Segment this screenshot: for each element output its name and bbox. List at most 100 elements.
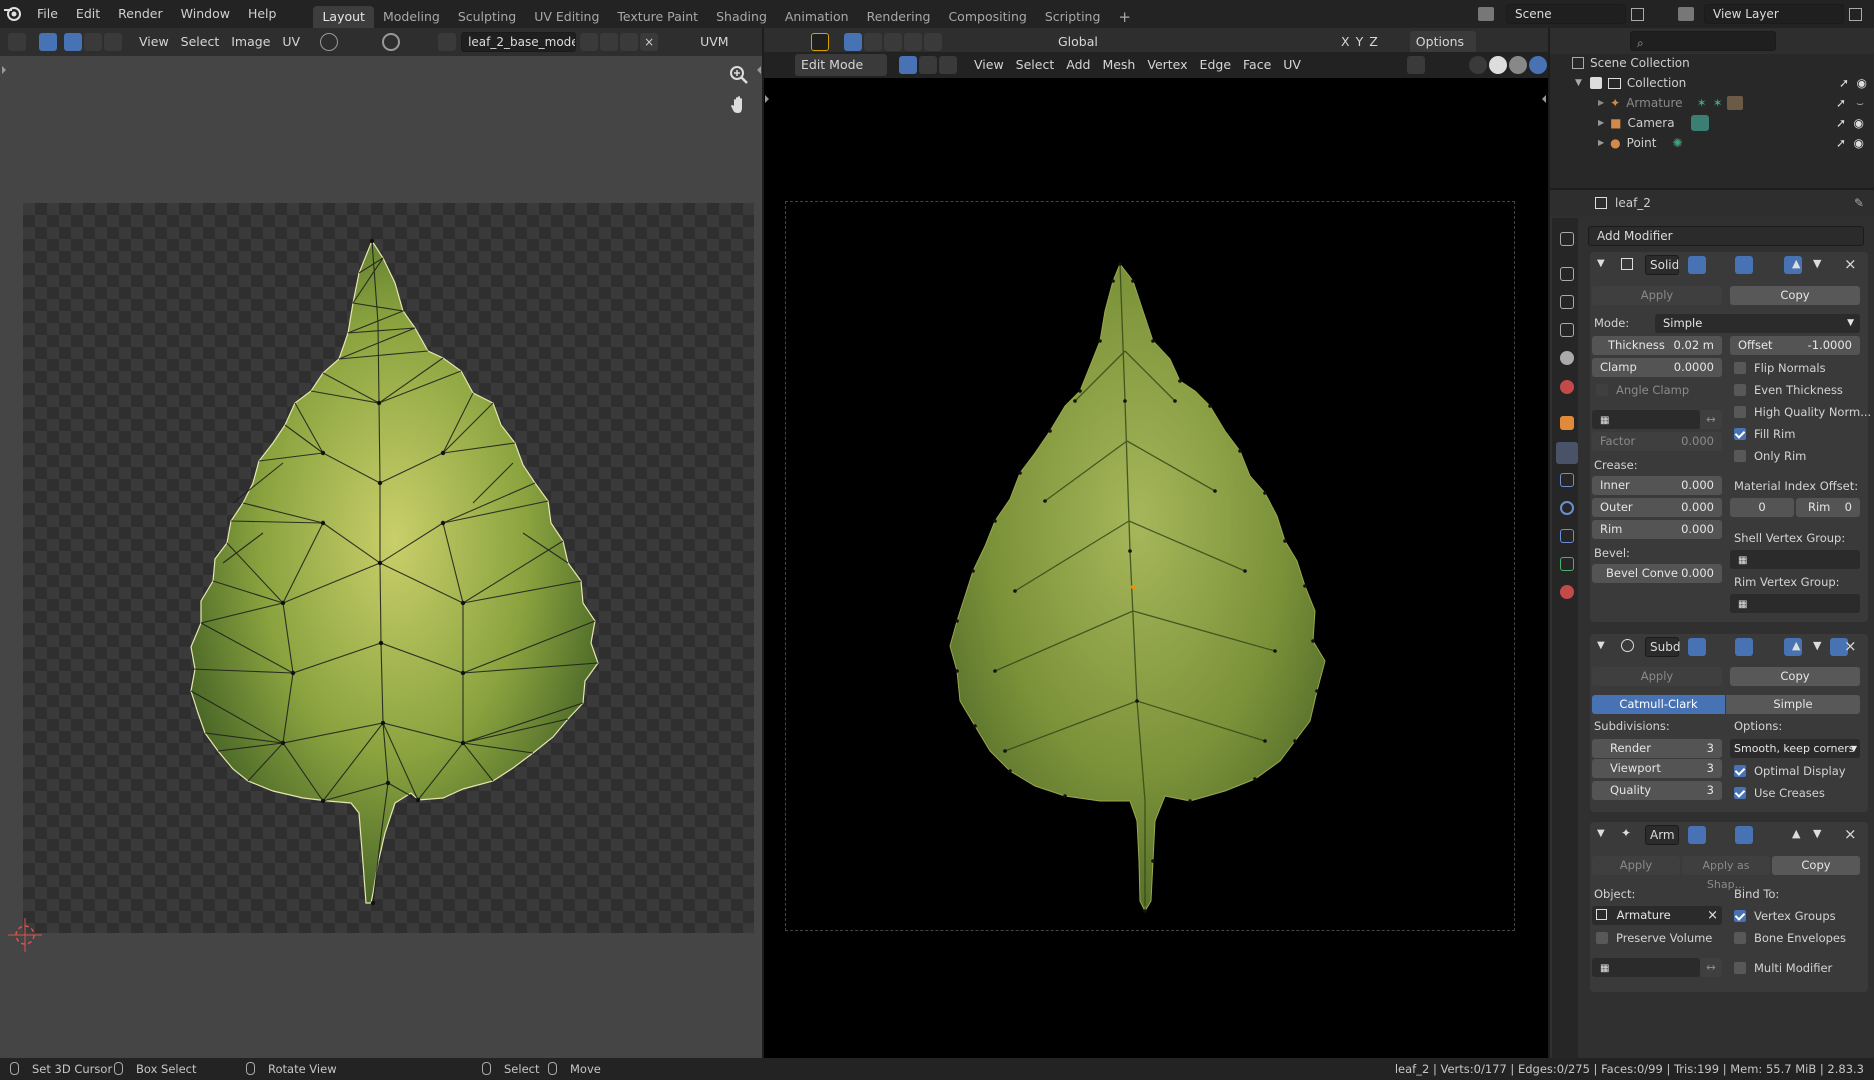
- properties-editor-type-icon[interactable]: [1560, 194, 1578, 212]
- properties-pin-icon[interactable]: ✎: [1854, 196, 1864, 210]
- vertex-select-icon[interactable]: [64, 33, 82, 51]
- solidify-name-field[interactable]: Solid: [1645, 255, 1679, 275]
- new-image-icon[interactable]: [600, 33, 619, 51]
- remove-modifier-icon[interactable]: ×: [1844, 255, 1857, 273]
- physics-tab-icon[interactable]: [1560, 501, 1574, 515]
- transform-orientation-dropdown[interactable]: Global: [1052, 31, 1110, 53]
- point-visibility-eye-icon[interactable]: ◉: [1854, 133, 1864, 153]
- armature-hidden-eye-icon[interactable]: ⌣: [1856, 93, 1864, 113]
- mat-rim-field[interactable]: Rim 0: [1796, 498, 1860, 517]
- open-image-icon[interactable]: [620, 33, 639, 51]
- preserve-volume-checkbox[interactable]: [1596, 932, 1608, 944]
- crease-outer-field[interactable]: Outer 0.000: [1592, 498, 1722, 517]
- material-tab-icon[interactable]: [1560, 585, 1574, 599]
- expand-arrow-icon[interactable]: ▼: [1575, 73, 1582, 93]
- solidify-render-toggle-icon[interactable]: [1688, 256, 1706, 274]
- tab-rendering[interactable]: Rendering: [858, 6, 940, 28]
- tool-tab-icon[interactable]: [1560, 232, 1574, 246]
- new-collection-icon[interactable]: [1829, 32, 1847, 50]
- subsurf-render-toggle-icon[interactable]: [1688, 638, 1706, 656]
- vertex-mode-icon[interactable]: [899, 56, 917, 74]
- flip-normals-checkbox[interactable]: [1734, 362, 1746, 374]
- overlays-icon[interactable]: [1406, 56, 1425, 74]
- snap-icon[interactable]: [349, 33, 367, 51]
- use-creases-checkbox[interactable]: [1734, 787, 1746, 799]
- viewport-menu-select[interactable]: Select: [1010, 54, 1061, 76]
- output-tab-icon[interactable]: [1560, 295, 1574, 309]
- only-rim-checkbox[interactable]: [1734, 450, 1746, 462]
- mat-offset-field[interactable]: 0: [1730, 498, 1794, 517]
- subsurf-viewport-toggle-icon[interactable]: [1734, 638, 1753, 656]
- viewport-snap-target-icon[interactable]: [1163, 33, 1181, 51]
- armature-object-field[interactable]: Armature ×: [1592, 906, 1722, 925]
- constraints-tab-icon[interactable]: [1560, 529, 1574, 543]
- view-layer-name-field[interactable]: View Layer: [1704, 4, 1844, 24]
- auto-merge-icon[interactable]: [1385, 33, 1403, 51]
- bone-envelopes-checkbox[interactable]: [1734, 932, 1746, 944]
- move-down-icon[interactable]: ▼: [1813, 639, 1821, 652]
- clamp-field[interactable]: Clamp 0.0000: [1592, 358, 1722, 377]
- display-mode-icon[interactable]: [1589, 32, 1607, 50]
- rim-vertex-group-field[interactable]: ▦: [1730, 594, 1860, 613]
- bevel-convex-field[interactable]: Bevel Conve 0.000: [1592, 564, 1722, 583]
- collapse-arrow-icon[interactable]: ▼: [1597, 640, 1605, 651]
- render-tab-icon[interactable]: [1560, 267, 1574, 281]
- viewport-menu-vertex[interactable]: Vertex: [1141, 54, 1193, 76]
- viewport-levels-field[interactable]: Viewport 3: [1592, 759, 1722, 778]
- viewport-proportional-icon[interactable]: [1190, 33, 1208, 51]
- image-browse-icon[interactable]: [438, 33, 457, 51]
- pivot-point-icon[interactable]: [1116, 33, 1134, 51]
- armature-copy-button[interactable]: Copy: [1772, 856, 1860, 875]
- uv-menu-view[interactable]: View: [133, 31, 175, 53]
- select-mode-invert-icon[interactable]: [904, 33, 922, 51]
- viewport-snap-icon[interactable]: [1143, 33, 1161, 51]
- high-quality-normals-checkbox[interactable]: [1734, 406, 1746, 418]
- outliner-item-armature[interactable]: ▶ ✦ Armature ✶ ✶ ➚ ⌣: [1598, 93, 1868, 113]
- camera-visibility-eye-icon[interactable]: ◉: [1854, 113, 1864, 133]
- select-mode-intersect-icon[interactable]: [924, 33, 942, 51]
- mode-dropdown[interactable]: Simple ▼: [1655, 314, 1860, 333]
- viewport-sidebar-arrow[interactable]: [1540, 95, 1546, 103]
- tab-scripting[interactable]: Scripting: [1036, 6, 1110, 28]
- collection-checkbox[interactable]: [1589, 77, 1602, 89]
- xray-icon[interactable]: [1444, 56, 1462, 74]
- vertex-group-field[interactable]: ▦: [1592, 410, 1700, 429]
- collapse-arrow-icon[interactable]: ▼: [1597, 828, 1605, 839]
- options-dropdown[interactable]: Options: [1409, 31, 1476, 53]
- select-mode-extend-icon[interactable]: [864, 33, 882, 51]
- add-modifier-dropdown[interactable]: Add Modifier: [1588, 226, 1864, 246]
- crease-rim-field[interactable]: Rim 0.000: [1592, 520, 1722, 539]
- solidify-copy-button[interactable]: Copy: [1730, 286, 1860, 305]
- edge-mode-icon[interactable]: [919, 56, 937, 74]
- menu-render[interactable]: Render: [109, 0, 172, 28]
- face-select-icon[interactable]: [104, 33, 122, 51]
- move-down-icon[interactable]: ▼: [1813, 827, 1821, 840]
- move-down-icon[interactable]: ▼: [1813, 257, 1821, 270]
- select-tool-icon[interactable]: [811, 33, 829, 51]
- armature-vertex-group-field[interactable]: ▦: [1592, 958, 1700, 977]
- pan-hand-icon[interactable]: [728, 94, 750, 116]
- uv-menu-uv[interactable]: UV: [276, 31, 306, 53]
- menu-edit[interactable]: Edit: [67, 0, 109, 28]
- uv-sync-icon[interactable]: [39, 33, 57, 51]
- menu-window[interactable]: Window: [172, 0, 239, 28]
- tab-layout[interactable]: Layout: [313, 6, 374, 28]
- tab-shading[interactable]: Shading: [707, 6, 776, 28]
- vertex-groups-checkbox[interactable]: [1734, 910, 1746, 922]
- modifier-tab-icon[interactable]: [1556, 442, 1578, 464]
- filter-icon[interactable]: [1806, 32, 1824, 50]
- blender-logo-icon[interactable]: [0, 0, 28, 28]
- particles-tab-icon[interactable]: [1560, 473, 1574, 487]
- viewport-menu-face[interactable]: Face: [1237, 54, 1277, 76]
- sidebar-collapse-arrow[interactable]: [755, 66, 761, 74]
- collection-select-icon[interactable]: ➚: [1839, 73, 1849, 93]
- uv-menu-select[interactable]: Select: [175, 31, 226, 53]
- scene-tab-icon[interactable]: [1560, 351, 1574, 365]
- point-select-icon[interactable]: ➚: [1836, 133, 1846, 153]
- tab-texture-paint[interactable]: Texture Paint: [608, 6, 707, 28]
- render-levels-field[interactable]: Render 3: [1592, 739, 1722, 758]
- menu-file[interactable]: File: [28, 0, 67, 28]
- solidify-apply-button[interactable]: Apply: [1592, 286, 1722, 305]
- fake-user-icon[interactable]: [580, 33, 599, 51]
- viewport-menu-view[interactable]: View: [968, 54, 1010, 76]
